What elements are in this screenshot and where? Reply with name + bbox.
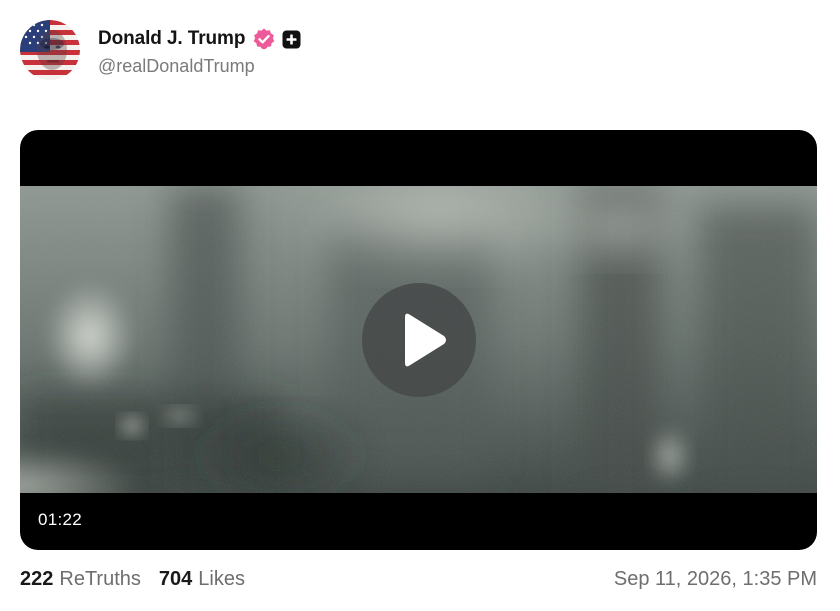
plus-badge-icon <box>282 30 301 49</box>
retruths-count: 222 <box>20 567 54 590</box>
author-handle[interactable]: @realDonaldTrump <box>98 56 301 77</box>
post-footer: 222 ReTruths 704 Likes Sep 11, 2026, 1:3… <box>20 565 817 593</box>
post-header: Donald J. Trump @realDonaldTrump <box>20 20 301 80</box>
truth-post: Donald J. Trump @realDonaldTrump 01:22 2… <box>0 0 840 611</box>
post-timestamp[interactable]: Sep 11, 2026, 1:35 PM <box>614 568 817 591</box>
flag-portrait-image <box>20 20 80 80</box>
video-player[interactable]: 01:22 <box>20 130 817 550</box>
author-names: Donald J. Trump @realDonaldTrump <box>98 26 301 77</box>
video-duration: 01:22 <box>38 510 83 529</box>
play-button[interactable] <box>362 283 476 397</box>
likes-count: 704 <box>158 567 193 590</box>
retruths-stat[interactable]: 222 ReTruths <box>20 568 141 591</box>
play-icon <box>405 313 446 367</box>
likes-label: Likes <box>198 567 245 590</box>
likes-stat[interactable]: 704 Likes <box>159 568 245 591</box>
display-name[interactable]: Donald J. Trump <box>98 28 245 50</box>
name-row: Donald J. Trump <box>98 26 301 52</box>
verified-badge-icon <box>252 27 276 51</box>
avatar[interactable] <box>20 20 80 80</box>
retruths-label: ReTruths <box>59 567 141 590</box>
